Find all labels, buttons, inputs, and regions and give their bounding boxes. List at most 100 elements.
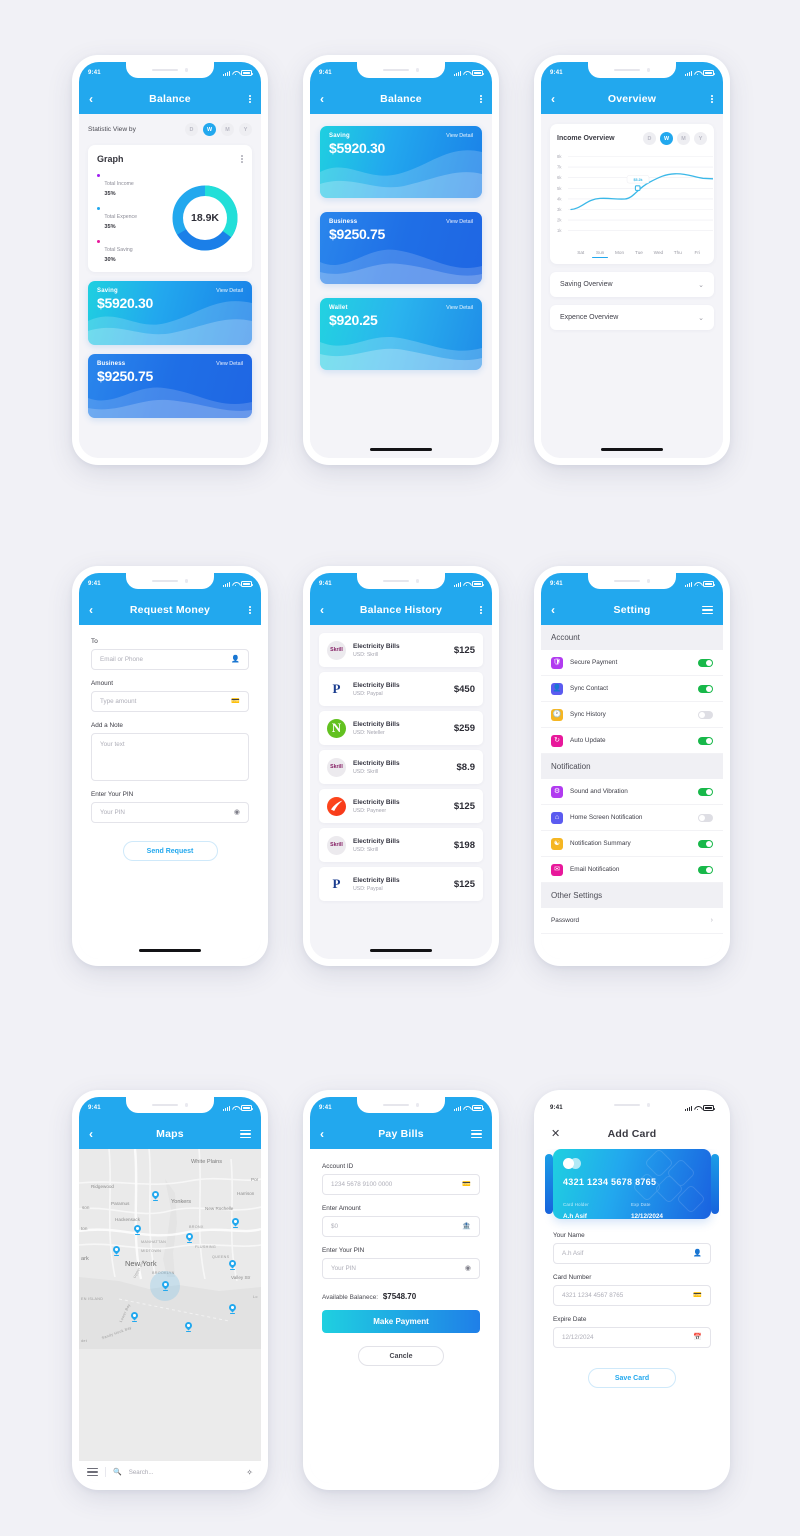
dropdown-saving-overview[interactable]: Saving Overview ⌄ bbox=[550, 272, 714, 298]
menu-icon[interactable] bbox=[471, 1129, 482, 1139]
map-pin[interactable] bbox=[229, 1260, 236, 1270]
history-row[interactable]: Skrill Electricity Bills USD: Skrill $8.… bbox=[319, 750, 483, 784]
send-request-button[interactable]: Send Request bbox=[122, 841, 218, 861]
menu-icon[interactable] bbox=[240, 1129, 251, 1139]
toggle-notification-summary[interactable] bbox=[698, 839, 713, 848]
balance-card-saving[interactable]: Saving View Detail $5920.30 bbox=[320, 126, 482, 198]
back-icon[interactable]: ‹ bbox=[551, 93, 555, 105]
map-label: QUEENS bbox=[212, 1255, 230, 1259]
balance-card-business[interactable]: Business View Detail $9250.75 bbox=[88, 354, 252, 418]
period-d[interactable]: D bbox=[185, 123, 198, 136]
period-m[interactable]: M bbox=[677, 132, 690, 145]
history-row[interactable]: N Electricity Bills USD: Neteller $259 bbox=[319, 711, 483, 745]
history-row[interactable]: P Electricity Bills USD: Paypal $450 bbox=[319, 672, 483, 706]
notch bbox=[588, 62, 676, 78]
map-menu-icon[interactable] bbox=[87, 1467, 98, 1477]
history-row[interactable]: Electricity Bills USD: Payneer $125 bbox=[319, 789, 483, 823]
speaker-grille bbox=[382, 1103, 409, 1107]
more-menu-icon[interactable] bbox=[480, 605, 482, 615]
note-textarea[interactable]: Your text bbox=[91, 733, 249, 781]
map-pin[interactable] bbox=[134, 1225, 141, 1235]
search-input[interactable]: Search... bbox=[129, 1469, 154, 1476]
setting-row-secure-payment[interactable]: 🛡 Secure Payment bbox=[541, 650, 723, 676]
balance-card-business[interactable]: Business View Detail $9250.75 bbox=[320, 212, 482, 284]
more-menu-icon[interactable] bbox=[711, 94, 713, 104]
setting-row-password[interactable]: Password › bbox=[541, 908, 723, 934]
card-peek-right[interactable] bbox=[711, 1154, 719, 1214]
amount-input[interactable]: Type amount 💳 bbox=[91, 691, 249, 712]
back-icon[interactable]: ‹ bbox=[89, 1128, 93, 1140]
menu-icon[interactable] bbox=[702, 605, 713, 615]
payoneer-logo-icon bbox=[327, 796, 346, 816]
period-w[interactable]: W bbox=[660, 132, 673, 145]
pin-input[interactable]: Your PIN ◉ bbox=[91, 802, 249, 823]
period-w[interactable]: W bbox=[203, 123, 216, 136]
dropdown-expence-overview[interactable]: Expence Overview ⌄ bbox=[550, 305, 714, 331]
setting-row-sync-history[interactable]: 🕐 Sync History bbox=[541, 702, 723, 728]
setting-row-notification-summary[interactable]: ☯ Notification Summary bbox=[541, 831, 723, 857]
period-y[interactable]: Y bbox=[239, 123, 252, 136]
more-menu-icon[interactable] bbox=[480, 94, 482, 104]
fingerprint-icon: ◉ bbox=[464, 1265, 471, 1272]
back-icon[interactable]: ‹ bbox=[89, 93, 93, 105]
to-input[interactable]: Email or Phone 👤 bbox=[91, 649, 249, 670]
toggle-email-notification[interactable] bbox=[698, 865, 713, 874]
svg-text:7k: 7k bbox=[557, 165, 562, 170]
toggle-sync-history[interactable] bbox=[698, 710, 713, 719]
setting-row-sync-contact[interactable]: 👤 Sync Contact bbox=[541, 676, 723, 702]
card-peek-left[interactable] bbox=[545, 1154, 553, 1214]
page-title: Balance bbox=[380, 93, 422, 105]
balance-card-amount: $9250.75 bbox=[97, 368, 153, 384]
map-pin[interactable] bbox=[232, 1218, 239, 1228]
home-indicator bbox=[370, 448, 432, 451]
graph-more-icon[interactable] bbox=[241, 154, 243, 164]
section-heading-account: Account bbox=[541, 625, 723, 650]
balance-card-wallet[interactable]: Wallet View Detail $920.25 bbox=[320, 298, 482, 370]
name-input[interactable]: A.h Asif 👤 bbox=[553, 1243, 711, 1264]
setting-row-sound-vibration[interactable]: ⚙ Sound and Vibration bbox=[541, 779, 723, 805]
toggle-sound-vibration[interactable] bbox=[698, 787, 713, 796]
history-row[interactable]: Skrill Electricity Bills USD: Skrill $12… bbox=[319, 633, 483, 667]
more-menu-icon[interactable] bbox=[249, 605, 251, 615]
make-payment-button[interactable]: Make Payment bbox=[322, 1310, 480, 1333]
setting-row-home-screen-notification[interactable]: ⌂ Home Screen Notification bbox=[541, 805, 723, 831]
card-number-input[interactable]: 4321 1234 4567 8765 💳 bbox=[553, 1285, 711, 1306]
toggle-home-screen-notification[interactable] bbox=[698, 813, 713, 822]
period-y[interactable]: Y bbox=[694, 132, 707, 145]
toggle-auto-update[interactable] bbox=[698, 736, 713, 745]
payoneer-glyph bbox=[331, 800, 343, 811]
more-menu-icon[interactable] bbox=[249, 94, 251, 104]
map-pin[interactable] bbox=[185, 1322, 192, 1332]
back-icon[interactable]: ‹ bbox=[320, 1128, 324, 1140]
map-pin[interactable] bbox=[152, 1191, 159, 1201]
period-d[interactable]: D bbox=[643, 132, 656, 145]
save-card-button[interactable]: Save Card bbox=[588, 1368, 676, 1388]
locate-me-icon[interactable]: ✧ bbox=[246, 1468, 253, 1477]
toggle-sync-contact[interactable] bbox=[698, 684, 713, 693]
home-indicator bbox=[139, 949, 201, 952]
legend-dot-income bbox=[97, 174, 101, 178]
map-pin[interactable] bbox=[131, 1312, 138, 1322]
expire-date-input[interactable]: 12/12/2024 📅 bbox=[553, 1327, 711, 1348]
map-view[interactable]: White Plains Por Ridgewood Harrison Yonk… bbox=[79, 1149, 261, 1461]
setting-row-email-notification[interactable]: ✉ Email Notification bbox=[541, 857, 723, 883]
cancel-button[interactable]: Cancle bbox=[358, 1346, 444, 1366]
map-pin[interactable] bbox=[113, 1246, 120, 1256]
toggle-secure-payment[interactable] bbox=[698, 658, 713, 667]
map-pin-current[interactable] bbox=[162, 1281, 169, 1291]
period-m[interactable]: M bbox=[221, 123, 234, 136]
map-pin[interactable] bbox=[229, 1304, 236, 1314]
back-icon[interactable]: ‹ bbox=[320, 604, 324, 616]
back-icon[interactable]: ‹ bbox=[551, 604, 555, 616]
back-icon[interactable]: ‹ bbox=[320, 93, 324, 105]
back-icon[interactable]: ‹ bbox=[89, 604, 93, 616]
close-icon[interactable]: ✕ bbox=[551, 1128, 560, 1140]
map-pin[interactable] bbox=[186, 1233, 193, 1243]
setting-row-auto-update[interactable]: ↻ Auto Update bbox=[541, 728, 723, 754]
account-id-input[interactable]: 1234 5678 9100 0000 💳 bbox=[322, 1174, 480, 1195]
amount-input[interactable]: $0 🏦 bbox=[322, 1216, 480, 1237]
pin-input[interactable]: Your PIN ◉ bbox=[322, 1258, 480, 1279]
history-row[interactable]: Skrill Electricity Bills USD: Skrill $19… bbox=[319, 828, 483, 862]
balance-card-saving[interactable]: Saving View Detail $5920.30 bbox=[88, 281, 252, 345]
history-row[interactable]: P Electricity Bills USD: Paypal $125 bbox=[319, 867, 483, 901]
